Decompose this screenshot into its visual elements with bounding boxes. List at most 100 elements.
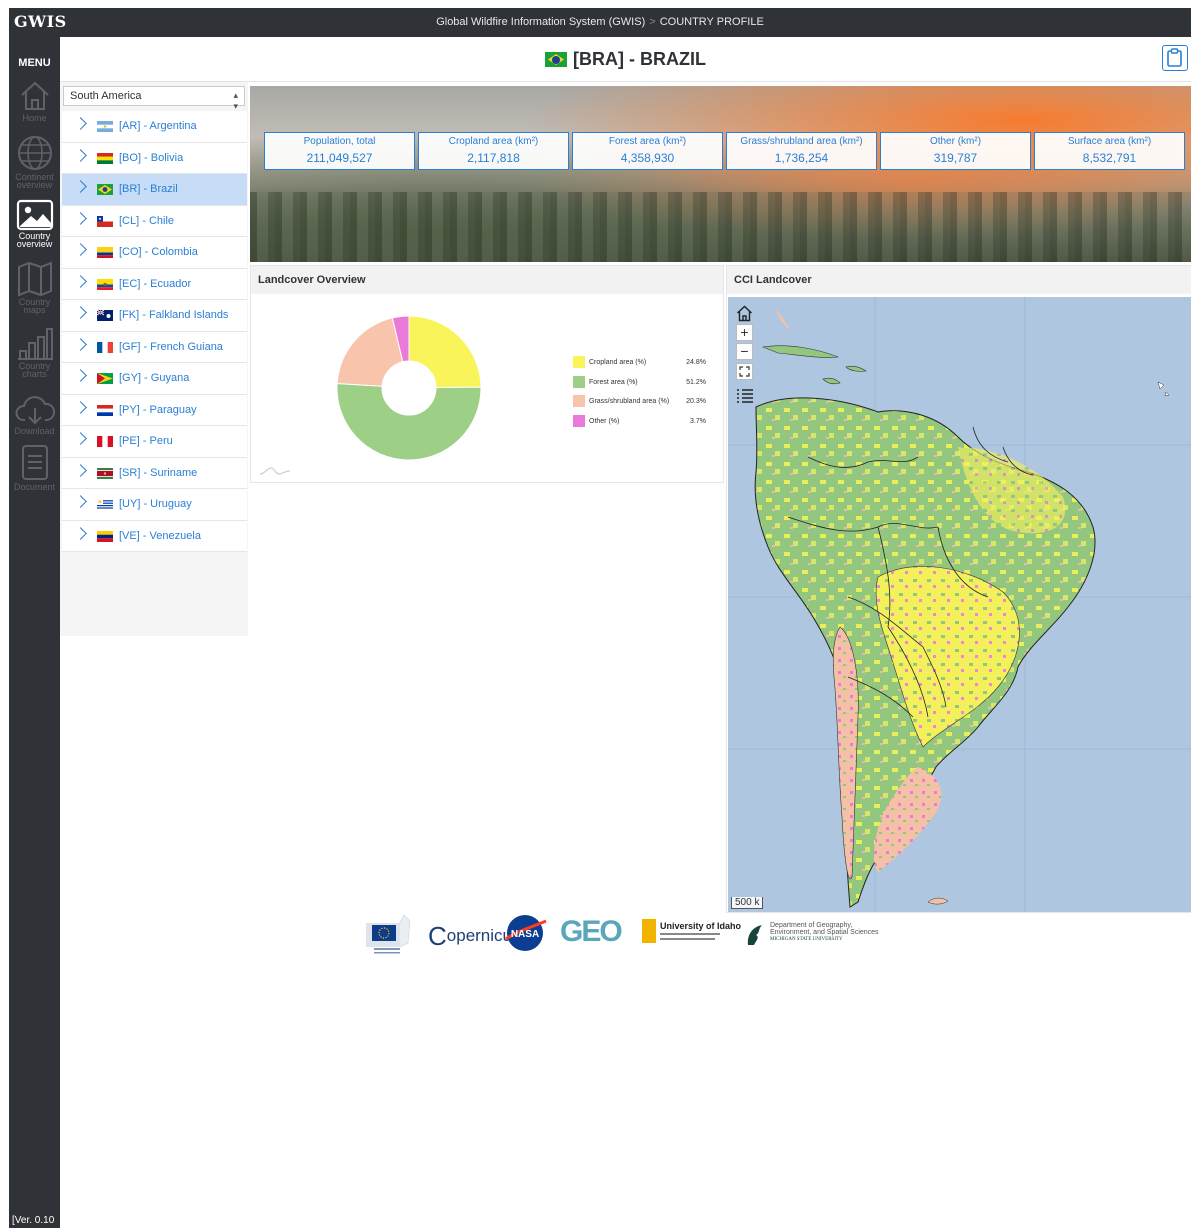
stat-label: Surface area (km²)	[1067, 136, 1152, 147]
nav-download[interactable]: Download	[9, 392, 60, 436]
country-name: [SR] - Suriname	[119, 466, 198, 479]
country-name: [CL] - Chile	[119, 214, 175, 227]
european-commission-logo[interactable]	[364, 913, 426, 957]
pie-slice-2[interactable]	[336, 317, 404, 387]
msu-line-2: Environment, and Spatial Sciences	[770, 929, 879, 936]
map-home-button[interactable]	[736, 305, 753, 322]
landcover-donut-chart	[336, 315, 482, 461]
nav-home[interactable]: Home	[9, 79, 60, 123]
nav-country-maps-label-2: maps	[23, 305, 46, 315]
chevron-right-icon	[74, 180, 87, 193]
uruguay-flag-icon	[97, 499, 113, 510]
breadcrumb-current: COUNTRY PROFILE	[659, 16, 764, 28]
legend-label: Grass/shrubland area (%)	[589, 398, 670, 405]
chevron-right-icon	[74, 148, 87, 162]
south-america-landcover-map	[728, 297, 1191, 912]
layer-list-button[interactable]	[736, 388, 753, 405]
country-name: [PY] - Paraguay	[119, 403, 197, 416]
stat-value: 319,787	[933, 151, 978, 165]
country-item-py[interactable]: [PY] - Paraguay	[62, 394, 247, 426]
country-name: [FK] - Falkland Islands	[119, 309, 229, 321]
legend-item[interactable]: Cropland area (%) 24.8%	[571, 356, 706, 376]
nav-continent-overview[interactable]: Continent overview	[9, 134, 60, 190]
zoom-out-button[interactable]: −	[736, 343, 753, 360]
country-item-cl[interactable]: [CL] - Chile	[62, 205, 247, 237]
legend-value: 51.2%	[686, 378, 706, 386]
suriname-flag-icon	[97, 467, 113, 479]
country-item-br[interactable]: [BR] - Brazil	[62, 174, 247, 206]
legend-swatch	[573, 375, 585, 388]
country-banner: Population, total 211,049,527 Cropland ar…	[250, 86, 1191, 262]
chile-flag-icon	[97, 215, 113, 227]
stat-label: Cropland area (km²)	[448, 136, 539, 147]
legend-value: 24.8%	[686, 359, 706, 366]
breadcrumb-root[interactable]: Global Wildfire Information System (GWIS…	[436, 16, 645, 28]
paraguay-flag-icon	[97, 404, 113, 416]
nav-country-overview[interactable]: Country overview	[9, 199, 60, 249]
country-item-ve[interactable]: [VE] - Venezuela	[62, 520, 247, 552]
country-name: [VE] - Venezuela	[119, 529, 201, 542]
nasa-logo[interactable]: NASA	[504, 913, 548, 953]
country-name: [UY] - Uruguay	[119, 498, 192, 510]
stat-cropland: Cropland area (km²) 2,117,818	[418, 132, 569, 170]
legend-value: 3.7%	[690, 417, 706, 425]
stat-other: Other (km²) 319,787	[880, 132, 1031, 170]
country-item-gy[interactable]: [GY] - Guyana	[62, 363, 247, 395]
clipboard-button[interactable]	[1162, 45, 1188, 71]
argentina-flag-icon	[97, 121, 113, 132]
legend-label: Other (%)	[589, 417, 620, 425]
region-select-value: South America	[70, 90, 142, 102]
country-name: [BR] - Brazil	[119, 183, 178, 195]
stat-value: 8,532,791	[1082, 151, 1137, 165]
country-list: [AR] - Argentina [BO] - Bolivia [BR] - B…	[62, 111, 247, 552]
map-scale-bar: 500 k	[731, 897, 764, 909]
country-item-uy[interactable]: [UY] - Uruguay	[62, 489, 247, 521]
legend-label: Forest area (%)	[589, 378, 638, 386]
legend-item[interactable]: Grass/shrubland area (%) 20.3%	[571, 395, 706, 415]
msu-spartan-logo[interactable]	[744, 923, 766, 947]
legend-item[interactable]: Other (%) 3.7%	[571, 414, 706, 435]
forest-banner-image	[250, 192, 1191, 262]
chart-logo-icon	[259, 467, 291, 475]
msu-department-text[interactable]: Department of Geography, Environment, an…	[770, 922, 879, 943]
legend-label: Cropland area (%)	[589, 359, 647, 366]
chevron-right-icon	[74, 526, 87, 540]
download-icon	[15, 396, 55, 425]
fullscreen-button[interactable]	[736, 363, 753, 380]
zoom-in-button[interactable]: +	[736, 324, 753, 341]
country-item-bo[interactable]: [BO] - Bolivia	[62, 142, 247, 174]
chevron-right-icon	[74, 495, 87, 508]
region-select[interactable]: South America ▴ ▾	[63, 86, 245, 111]
geo-logo[interactable]: GEO	[560, 915, 623, 949]
country-item-ar[interactable]: [AR] - Argentina	[62, 111, 247, 143]
landcover-map[interactable]: + − 500 k	[728, 297, 1191, 912]
stat-label: Forest area (km²)	[608, 136, 687, 147]
breadcrumb-separator: >	[649, 16, 656, 28]
country-item-fk[interactable]: [FK] - Falkland Islands	[62, 300, 247, 332]
stat-population: Population, total 211,049,527	[264, 132, 415, 170]
idaho-logo[interactable]: University of Idaho	[660, 921, 741, 931]
nav-document[interactable]: Document	[9, 444, 60, 492]
page-margin	[0, 0, 9, 1228]
country-item-ec[interactable]: [EC] - Ecuador	[62, 268, 247, 300]
pie-slice-1[interactable]	[336, 382, 482, 461]
country-name: [PE] - Peru	[119, 435, 173, 447]
menu-label[interactable]: MENU	[9, 57, 60, 69]
chart-legend: Cropland area (%) 24.8% Forest area (%) 51.…	[571, 356, 706, 434]
legend-value: 20.3%	[686, 398, 706, 405]
nav-country-charts-label-2: charts	[22, 369, 47, 379]
country-item-co[interactable]: [CO] - Colombia	[62, 237, 247, 269]
chevron-right-icon	[74, 400, 87, 414]
pie-slice-0[interactable]	[408, 315, 482, 389]
nav-country-maps[interactable]: Country maps	[9, 261, 60, 315]
country-item-sr[interactable]: [SR] - Suriname	[62, 457, 247, 489]
nav-country-charts[interactable]: Country charts	[9, 327, 60, 379]
country-item-gf[interactable]: [GF] - French Guiana	[62, 331, 247, 363]
bar-chart-icon	[17, 328, 53, 360]
country-item-pe[interactable]: [PE] - Peru	[62, 426, 247, 458]
stat-value: 211,049,527	[306, 151, 373, 165]
nav-download-label: Download	[14, 426, 55, 436]
chevron-right-icon	[74, 432, 87, 445]
guyana-flag-icon	[97, 373, 113, 384]
legend-item[interactable]: Forest area (%) 51.2%	[571, 375, 706, 396]
